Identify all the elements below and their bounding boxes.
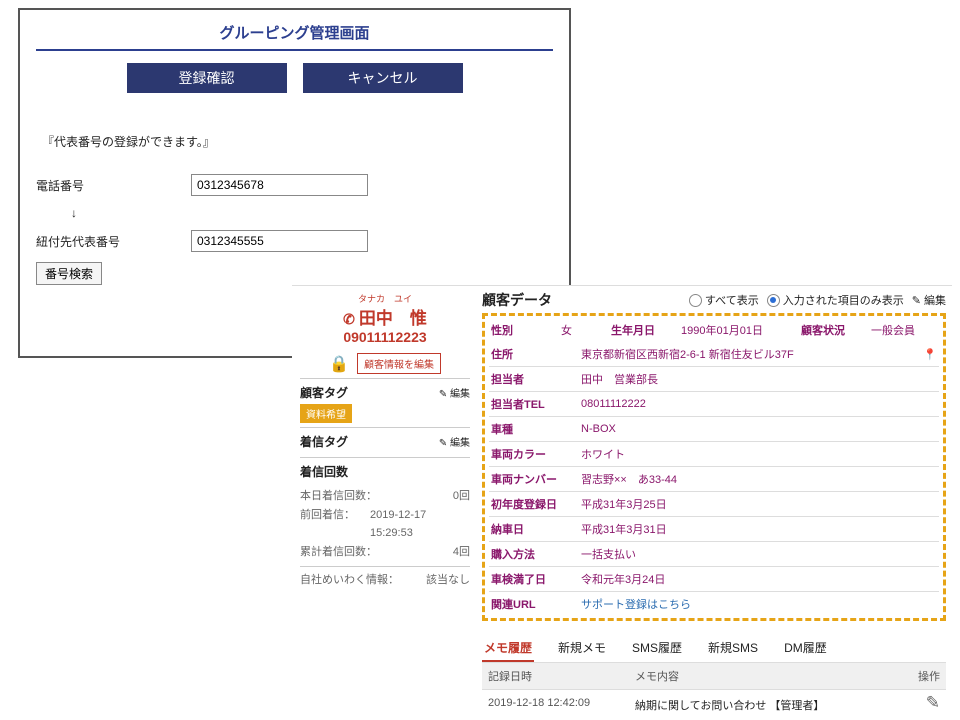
data-key: 関連URL xyxy=(491,596,581,612)
data-key: 住所 xyxy=(491,346,581,362)
data-key: 車両カラー xyxy=(491,446,581,462)
rep-label: 紐付先代表番号 xyxy=(36,233,191,250)
lock-row: 🔒 顧客情報を編集 xyxy=(300,349,470,379)
data-row: 車種N-BOX xyxy=(489,416,939,441)
memo-ts: 2019-12-18 12:42:09 xyxy=(482,690,629,720)
data-value: ホワイト xyxy=(581,446,937,462)
customer-data-box: 性別 女 生年月日 1990年01月01日 顧客状況 一般会員 住所東京都新宿区… xyxy=(482,313,946,621)
customer-tag-title: 顧客タグ xyxy=(300,384,348,401)
confirm-button[interactable]: 登録確認 xyxy=(127,63,287,93)
data-value: 平成31年3月31日 xyxy=(581,521,937,537)
tab-3[interactable]: 新規SMS xyxy=(706,635,760,662)
incoming-tag-header: 着信タグ ✎ 編集 xyxy=(300,428,470,453)
sheet-options: すべて表示 入力された項目のみ表示 ✎ 編集 xyxy=(689,292,946,308)
phone-label: 電話番号 xyxy=(36,177,191,194)
memo-row: 2019-12-18 12:42:09納期に関してお問い合わせ 【管理者】✎ xyxy=(482,690,946,720)
memo-table-head: 記録日時 メモ内容 操作 xyxy=(482,663,946,690)
call-count-list: 本日着信回数：0回 前回着信：2019-12-17 15:29:53 累計着信回… xyxy=(300,487,470,562)
data-key: 初年度登録日 xyxy=(491,496,581,512)
data-row: 購入方法一括支払い xyxy=(489,541,939,566)
customer-name: ✆田中 惟 xyxy=(300,304,470,329)
divider xyxy=(300,566,470,567)
memo-body: 納期に関してお問い合わせ 【管理者】 xyxy=(629,690,894,720)
phone-row: 電話番号 xyxy=(36,174,553,196)
pencil-icon: ✎ xyxy=(439,389,447,400)
customer-data-sheet: 顧客データ すべて表示 入力された項目のみ表示 ✎ 編集 性別 女 生年月日 1… xyxy=(482,290,946,720)
spam-info: 自社めいわく情報：該当なし xyxy=(300,571,470,590)
data-value: 平成31年3月25日 xyxy=(581,496,937,512)
customer-tag-chip[interactable]: 資料希望 xyxy=(300,404,352,423)
pencil-icon: ✎ xyxy=(912,294,921,307)
data-value: 08011112222 xyxy=(581,398,937,410)
data-key: 車種 xyxy=(491,421,581,437)
dialog-note: 『代表番号の登録ができます。』 xyxy=(42,133,553,150)
data-value: 習志野×× あ33-44 xyxy=(581,471,937,487)
data-value: 田中 営業部長 xyxy=(581,371,937,387)
customer-name-text: 田中 惟 xyxy=(359,309,427,328)
data-value: N-BOX xyxy=(581,423,937,435)
customer-panel: タナカ ユイ ✆田中 惟 09011112223 🔒 顧客情報を編集 顧客タグ … xyxy=(292,285,952,706)
dialog-title: グルーピング管理画面 xyxy=(36,22,553,43)
data-row: 住所東京都新宿区西新宿2-6-1 新宿住友ビル37F 📍 xyxy=(489,342,939,366)
memo-tabs: メモ履歴新規メモ SMS履歴新規SMS DM履歴 xyxy=(482,635,946,663)
data-row: 関連URLサポート登録はこちら xyxy=(489,591,939,616)
data-row: 初年度登録日平成31年3月25日 xyxy=(489,491,939,516)
data-value: 東京都新宿区西新宿2-6-1 新宿住友ビル37F xyxy=(581,346,919,362)
customer-card: タナカ ユイ ✆田中 惟 09011112223 🔒 顧客情報を編集 顧客タグ … xyxy=(300,292,470,589)
divider xyxy=(36,49,553,51)
sheet-header: 顧客データ すべて表示 入力された項目のみ表示 ✎ 編集 xyxy=(482,290,946,310)
sheet-title: 顧客データ xyxy=(482,290,552,310)
rep-input[interactable] xyxy=(191,230,368,252)
data-key: 車両ナンバー xyxy=(491,471,581,487)
radio-icon xyxy=(689,294,702,307)
customer-tag-edit[interactable]: ✎ 編集 xyxy=(439,385,470,400)
arrow-down: ↓ xyxy=(71,206,553,220)
number-search-button[interactable]: 番号検索 xyxy=(36,262,102,285)
radio-icon xyxy=(767,294,780,307)
data-key: 納車日 xyxy=(491,521,581,537)
data-key: 購入方法 xyxy=(491,546,581,562)
data-row-first: 性別 女 生年月日 1990年01月01日 顧客状況 一般会員 xyxy=(489,318,939,342)
data-row: 納車日平成31年3月31日 xyxy=(489,516,939,541)
data-key: 車検満了日 xyxy=(491,571,581,587)
tab-4[interactable]: DM履歴 xyxy=(782,635,829,662)
map-pin-icon[interactable]: 📍 xyxy=(923,348,937,361)
radio-show-filled[interactable]: 入力された項目のみ表示 xyxy=(767,292,904,308)
data-row: 担当者田中 営業部長 xyxy=(489,366,939,391)
data-value: 一括支払い xyxy=(581,546,937,562)
data-row: 担当者TEL08011112222 xyxy=(489,391,939,416)
data-key: 担当者 xyxy=(491,371,581,387)
data-row: 車両ナンバー習志野×× あ33-44 xyxy=(489,466,939,491)
tab-0[interactable]: メモ履歴 xyxy=(482,635,534,662)
data-row: 車検満了日令和元年3月24日 xyxy=(489,566,939,591)
call-count-title: 着信回数 xyxy=(300,463,348,480)
phone-input[interactable] xyxy=(191,174,368,196)
button-row: 登録確認 キャンセル xyxy=(36,63,553,93)
lock-icon: 🔒 xyxy=(329,354,349,374)
data-row: 車両カラーホワイト xyxy=(489,441,939,466)
sheet-edit[interactable]: ✎ 編集 xyxy=(912,292,946,308)
tab-1[interactable]: 新規メモ xyxy=(556,635,608,662)
memo-rows: 2019-12-18 12:42:09納期に関してお問い合わせ 【管理者】✎ xyxy=(482,690,946,720)
data-value: 令和元年3月24日 xyxy=(581,571,937,587)
edit-customer-button[interactable]: 顧客情報を編集 xyxy=(357,353,441,374)
data-key: 担当者TEL xyxy=(491,396,581,412)
memo-edit-icon[interactable]: ✎ xyxy=(894,690,946,720)
cancel-button[interactable]: キャンセル xyxy=(303,63,463,93)
customer-tel: 09011112223 xyxy=(300,329,470,345)
tab-2[interactable]: SMS履歴 xyxy=(630,635,684,662)
incoming-tag-edit[interactable]: ✎ 編集 xyxy=(439,434,470,449)
pencil-icon: ✎ xyxy=(439,438,447,449)
data-value[interactable]: サポート登録はこちら xyxy=(581,596,937,612)
phone-icon: ✆ xyxy=(343,311,355,327)
call-count-header: 着信回数 xyxy=(300,458,470,483)
rep-row: 紐付先代表番号 xyxy=(36,230,553,252)
incoming-tag-title: 着信タグ xyxy=(300,433,348,450)
customer-tag-header: 顧客タグ ✎ 編集 xyxy=(300,379,470,404)
radio-show-all[interactable]: すべて表示 xyxy=(689,292,759,308)
